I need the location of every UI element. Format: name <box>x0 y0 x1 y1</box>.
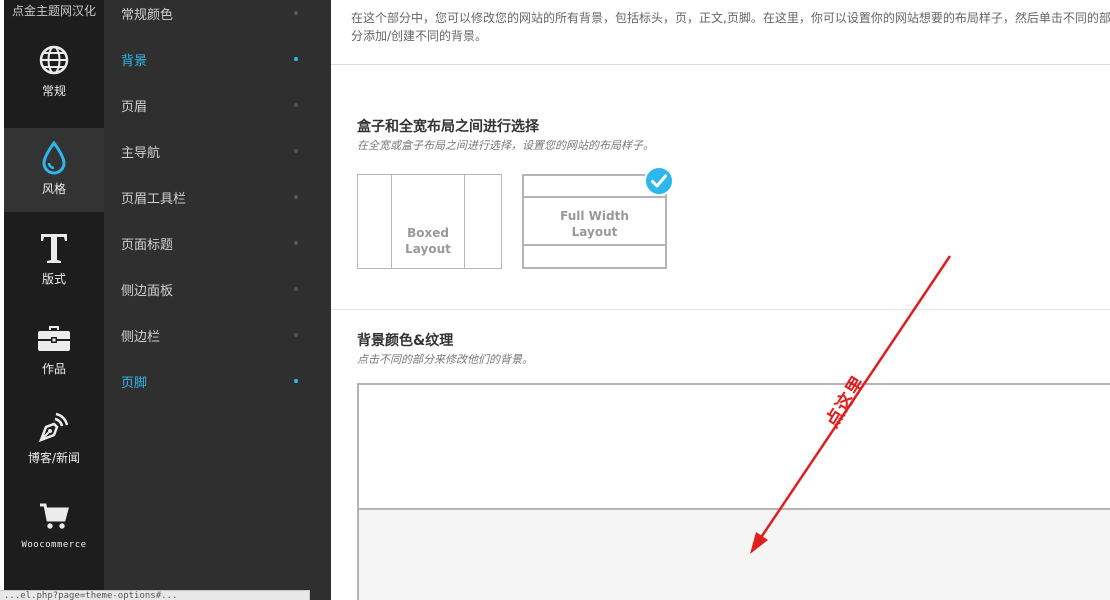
sidebar-item-label: 作品 <box>41 362 66 376</box>
submenu-item-side-panel[interactable]: 侧边面板 <box>104 276 331 312</box>
sidebar-item-label: 常规 <box>41 84 66 98</box>
sidebar-item-blog[interactable]: 博客/新闻 <box>4 397 104 481</box>
submenu-dot <box>294 57 298 61</box>
submenu-dot <box>294 379 298 383</box>
divider <box>331 309 1110 310</box>
boxed-layout-option[interactable]: Boxed Layout <box>357 174 502 269</box>
submenu-dot <box>294 287 298 291</box>
submenu-item-label: 页眉工具栏 <box>121 192 187 207</box>
background-preview-header-area[interactable] <box>357 383 1110 600</box>
boxed-layout-label-line1: Boxed <box>407 226 449 240</box>
submenu-item-label: 侧边栏 <box>121 330 161 345</box>
submenu-item-main-nav[interactable]: 主导航 <box>104 138 331 174</box>
submenu-item-general-colors[interactable]: 常规颜色 <box>104 0 331 36</box>
submenu-item-label: 侧边面板 <box>121 284 174 299</box>
brand-label: 点金主题网汉化 <box>11 4 96 18</box>
bg-section-title: 背景颜色&纹理 <box>357 333 454 349</box>
status-bar-url: ...el.php?page=theme-options#... <box>0 590 310 600</box>
submenu-item-label: 背景 <box>121 54 148 69</box>
submenu-dot <box>294 195 298 199</box>
submenu-dot <box>294 333 298 337</box>
cart-icon <box>34 496 74 536</box>
sidebar-item-label: 版式 <box>41 272 66 286</box>
sidebar-item-general[interactable]: 常规 <box>4 30 104 114</box>
options-content: 在这个部分中，您可以修改您的网站的所有背景，包括标头，页，正文,页脚。在这里，你… <box>331 0 1110 600</box>
checkmark-icon <box>644 166 674 196</box>
submenu-item-label: 主导航 <box>121 146 161 161</box>
submenu-item-header[interactable]: 页眉 <box>104 92 331 128</box>
boxed-layout-label-line2: Layout <box>405 242 451 256</box>
divider <box>331 64 1110 65</box>
submenu-item-label: 页面标题 <box>121 238 174 253</box>
submenu-item-header-toolbar[interactable]: 页眉工具栏 <box>104 184 331 220</box>
typography-icon <box>34 228 74 268</box>
sidebar-item-portfolio[interactable]: 作品 <box>4 308 104 392</box>
section-intro-text: 在这个部分中，您可以修改您的网站的所有背景，包括标头，页，正文,页脚。在这里，你… <box>351 11 1110 43</box>
style-submenu: 常规颜色 背景 页眉 主导航 页眉工具栏 页面标题 侧边面板 侧边栏 页脚 <box>104 0 331 600</box>
submenu-item-footer[interactable]: 页脚 <box>104 368 331 404</box>
layout-section-title: 盒子和全宽布局之间进行选择 <box>357 119 539 135</box>
submenu-dot <box>294 103 298 107</box>
icon-sidebar: 点金主题网汉化 常规 风格 版式 作品 博客/新闻 Woocommerce <box>4 0 104 600</box>
briefcase-icon <box>34 318 74 358</box>
boxed-right-border <box>464 175 465 268</box>
full-width-layout-label: Full Width Layout <box>524 208 665 240</box>
submenu-item-page-title[interactable]: 页面标题 <box>104 230 331 266</box>
submenu-item-background[interactable]: 背景 <box>104 46 331 82</box>
pen-nib-icon <box>34 407 74 447</box>
background-preview-body-area[interactable] <box>359 508 1110 600</box>
submenu-dot <box>294 241 298 245</box>
submenu-item-label: 页脚 <box>121 376 148 391</box>
globe-icon <box>34 40 74 80</box>
sidebar-item-label: Woocommerce <box>21 540 87 550</box>
submenu-item-label: 常规颜色 <box>121 8 174 23</box>
submenu-dot <box>294 149 298 153</box>
submenu-item-sidebar[interactable]: 侧边栏 <box>104 322 331 358</box>
full-width-layout-label-line2: Layout <box>571 225 618 239</box>
sidebar-item-label: 风格 <box>41 182 66 196</box>
submenu-item-label: 页眉 <box>121 100 148 115</box>
boxed-layout-label: Boxed Layout <box>392 225 464 257</box>
sidebar-item-label: 博客/新闻 <box>27 451 81 465</box>
sidebar-item-woocommerce[interactable]: Woocommerce <box>4 486 104 570</box>
bg-section-desc: 点击不同的部分来修改他们的背景。 <box>357 353 533 366</box>
sidebar-item-typography[interactable]: 版式 <box>4 218 104 302</box>
full-width-top-border <box>524 196 665 198</box>
full-width-layout-label-line1: Full Width <box>560 209 629 223</box>
full-width-bottom-border <box>524 244 665 246</box>
layout-section-desc: 在全宽或盒子布局之间进行选择，设置您的网站的布局样子。 <box>357 139 654 152</box>
droplet-icon <box>34 138 74 178</box>
sidebar-item-style[interactable]: 风格 <box>4 128 104 212</box>
submenu-dot <box>294 11 298 15</box>
